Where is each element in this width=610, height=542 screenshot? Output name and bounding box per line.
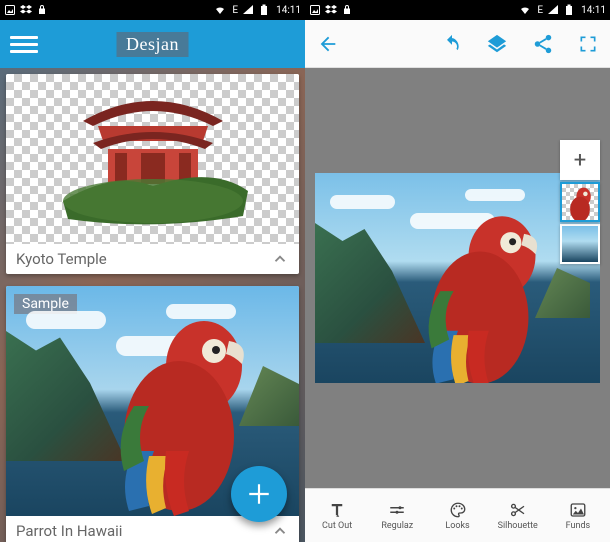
fullscreen-button[interactable] bbox=[578, 34, 598, 54]
project-list[interactable]: Kyoto Temple Sample bbox=[0, 68, 305, 542]
chevron-up-icon[interactable] bbox=[271, 250, 289, 268]
layers-button[interactable] bbox=[486, 33, 508, 55]
app-title: Desjan bbox=[116, 32, 189, 57]
project-thumbnail bbox=[6, 74, 299, 244]
project-caption: Kyoto Temple bbox=[16, 250, 107, 268]
project-caption-row: Kyoto Temple bbox=[6, 244, 299, 274]
editor-screen: E 14:11 bbox=[305, 0, 610, 542]
clock: 14:11 bbox=[581, 5, 606, 16]
share-button[interactable] bbox=[532, 33, 554, 55]
menu-button[interactable] bbox=[10, 30, 38, 58]
dropbox-icon bbox=[325, 4, 337, 16]
status-bar: E 14:11 bbox=[305, 0, 610, 20]
tool-label: Cut Out bbox=[322, 521, 352, 531]
editor-toolbar bbox=[305, 20, 610, 68]
undo-button[interactable] bbox=[442, 34, 462, 54]
gallery-screen: E 14:11 Desjan bbox=[0, 0, 305, 542]
image-indicator-icon bbox=[4, 4, 16, 16]
tool-label: Funds bbox=[566, 521, 591, 531]
sliders-icon bbox=[388, 501, 406, 519]
status-bar: E 14:11 bbox=[0, 0, 305, 20]
scissors-icon bbox=[509, 501, 527, 519]
tool-label: Silhouette bbox=[498, 521, 538, 531]
temple-image bbox=[53, 74, 253, 231]
clock: 14:11 bbox=[276, 5, 301, 16]
tool-looks[interactable]: Looks bbox=[427, 501, 487, 531]
network-type: E bbox=[232, 5, 238, 16]
tool-label: Looks bbox=[445, 521, 469, 531]
text-format-icon bbox=[328, 501, 346, 519]
image-icon bbox=[569, 501, 587, 519]
image-indicator-icon bbox=[309, 4, 321, 16]
editor-canvas-area[interactable] bbox=[305, 68, 610, 488]
project-caption: Parrot In Hawaii bbox=[16, 522, 122, 540]
tool-silhouette[interactable]: Silhouette bbox=[488, 501, 548, 531]
network-type: E bbox=[537, 5, 543, 16]
chevron-up-icon[interactable] bbox=[271, 522, 289, 540]
layer-thumb-background[interactable] bbox=[560, 224, 600, 264]
parrot-layer[interactable] bbox=[405, 203, 555, 383]
lock-icon bbox=[36, 4, 48, 16]
layer-thumb-parrot[interactable] bbox=[560, 182, 600, 222]
tool-label: Regulaz bbox=[381, 521, 413, 531]
editor-canvas[interactable] bbox=[315, 173, 600, 383]
tool-backgrounds[interactable]: Funds bbox=[548, 501, 608, 531]
tool-cutout[interactable]: Cut Out bbox=[307, 501, 367, 531]
add-layer-button[interactable]: + bbox=[560, 140, 600, 180]
signal-icon bbox=[547, 4, 559, 16]
back-button[interactable] bbox=[317, 33, 339, 55]
lock-icon bbox=[341, 4, 353, 16]
layer-panel: + bbox=[560, 140, 600, 264]
battery-icon bbox=[258, 4, 270, 16]
app-bar: Desjan bbox=[0, 20, 305, 68]
plus-icon bbox=[246, 481, 272, 507]
signal-icon bbox=[242, 4, 254, 16]
editor-tools: Cut Out Regulaz Looks Silhouette Funds bbox=[305, 488, 610, 542]
battery-icon bbox=[563, 4, 575, 16]
add-project-fab[interactable] bbox=[231, 466, 287, 522]
palette-icon bbox=[449, 501, 467, 519]
tool-adjust[interactable]: Regulaz bbox=[367, 501, 427, 531]
wifi-icon bbox=[519, 4, 531, 16]
project-card-kyoto[interactable]: Kyoto Temple bbox=[6, 74, 299, 274]
wifi-icon bbox=[214, 4, 226, 16]
dropbox-icon bbox=[20, 4, 32, 16]
